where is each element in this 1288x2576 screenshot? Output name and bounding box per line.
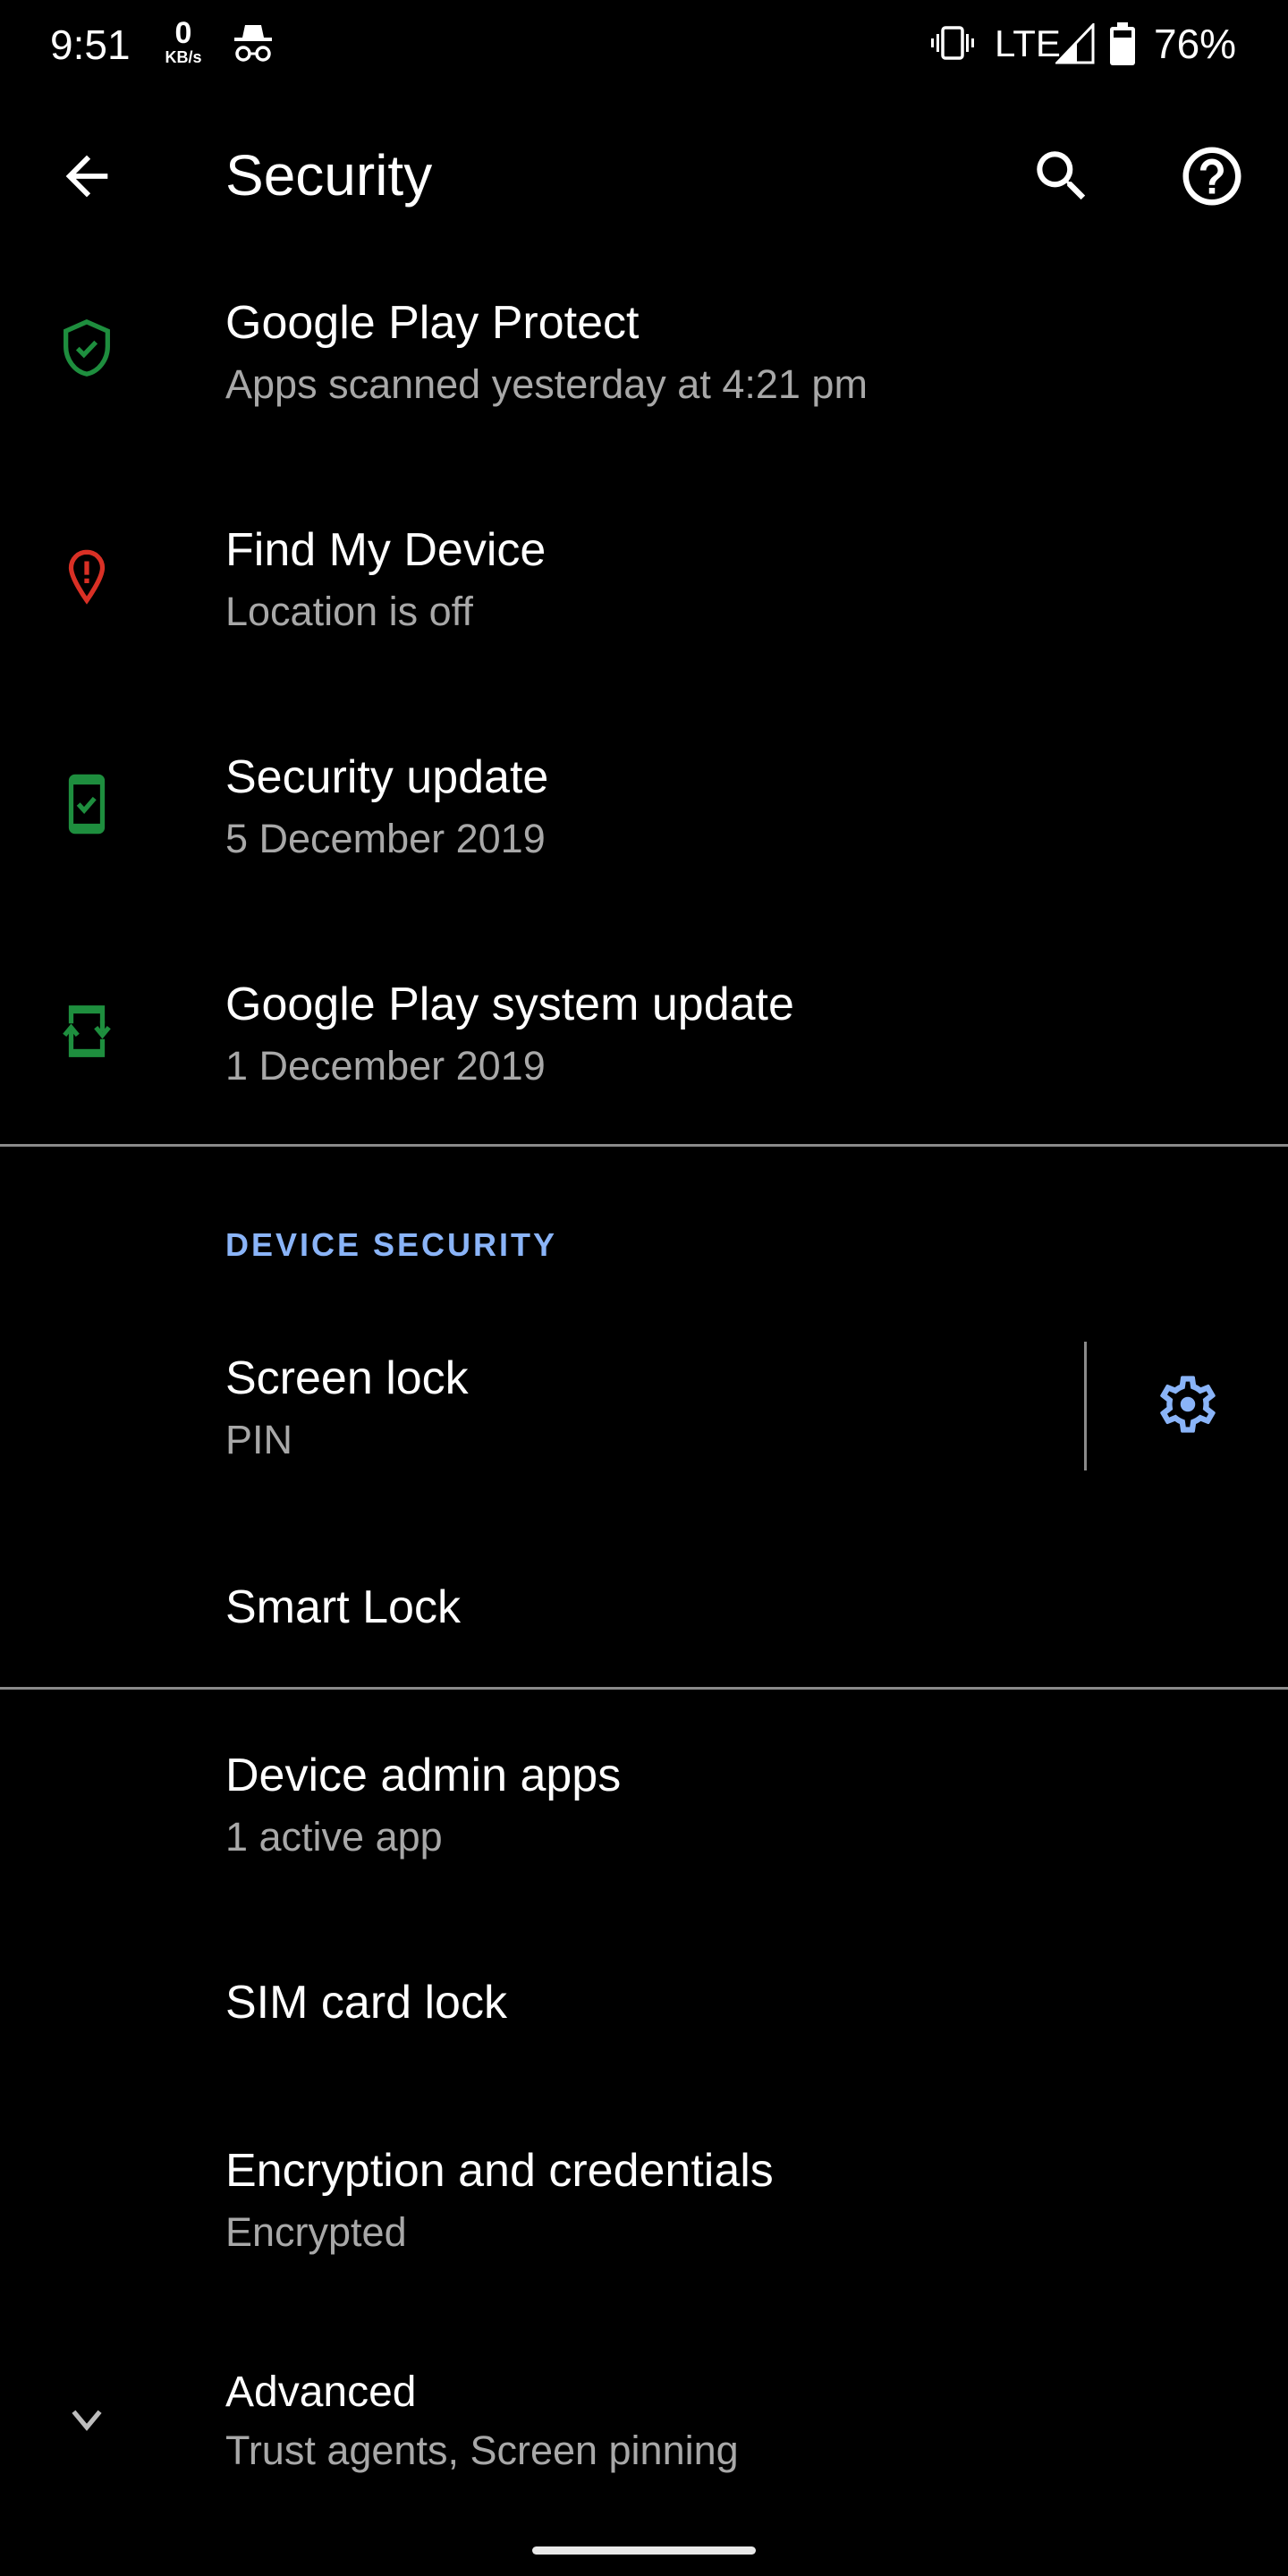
back-button[interactable] (55, 145, 118, 208)
section-header-device-security: DEVICE SECURITY (225, 1226, 558, 1263)
shield-check-icon (64, 318, 110, 377)
list-item-device-admin-apps[interactable]: Device admin apps 1 active app (0, 1726, 1288, 1905)
help-icon (1182, 147, 1241, 206)
location-alert-icon (68, 549, 106, 605)
vertical-divider (1084, 1342, 1087, 1470)
item-subtitle: 5 December 2019 (225, 816, 546, 861)
list-item-smart-lock[interactable]: Smart Lock (0, 1540, 1288, 1665)
item-title: Encryption and credentials (225, 2145, 774, 2197)
list-item-advanced[interactable]: Advanced Trust agents, Screen pinning (0, 2343, 1288, 2513)
list-item-sim-card-lock[interactable]: SIM card lock (0, 1941, 1288, 2066)
item-title: Device admin apps (225, 1750, 622, 1801)
help-button[interactable] (1177, 141, 1247, 211)
network-speed: 0 KB/s (159, 18, 208, 66)
status-time: 9:51 (50, 21, 131, 68)
item-title: Screen lock (225, 1352, 469, 1404)
network-speed-value: 0 (174, 16, 192, 50)
page-title: Security (225, 143, 433, 208)
list-item-google-play-protect[interactable]: Google Play Protect Apps scanned yesterd… (0, 268, 1288, 447)
item-subtitle: Apps scanned yesterday at 4:21 pm (225, 361, 868, 407)
item-title: Smart Lock (225, 1581, 461, 1633)
network-speed-unit: KB/s (165, 48, 202, 66)
battery-icon (1110, 22, 1135, 65)
search-icon (1037, 151, 1086, 200)
item-title: Advanced (225, 2368, 417, 2416)
incognito-icon (234, 25, 272, 62)
item-subtitle: Encrypted (225, 2209, 407, 2255)
item-title: SIM card lock (225, 1977, 507, 2029)
phone-update-icon (63, 1005, 111, 1057)
gesture-nav-handle[interactable] (532, 2546, 756, 2555)
vibrate-icon (931, 26, 974, 60)
status-bar: 9:51 0 KB/s LTE 76% (0, 0, 1288, 89)
screen-lock-settings-button[interactable] (1154, 1370, 1222, 1438)
list-item-find-my-device[interactable]: Find My Device Location is off (0, 496, 1288, 674)
arrow-back-icon (65, 155, 108, 198)
list-item-security-update[interactable]: Security update 5 December 2019 (0, 723, 1288, 902)
item-subtitle: Location is off (225, 589, 473, 634)
chevron-down-icon (72, 2410, 102, 2431)
signal-icon (1055, 23, 1095, 64)
battery-percent: 76% (1154, 21, 1237, 67)
phone-check-icon (68, 774, 106, 835)
section-divider (0, 1144, 1288, 1147)
search-button[interactable] (1029, 143, 1095, 209)
gear-icon (1160, 1376, 1216, 1433)
item-title: Google Play Protect (225, 297, 640, 349)
item-title: Find My Device (225, 524, 547, 576)
section-divider (0, 1687, 1288, 1690)
item-subtitle: PIN (225, 1417, 293, 1462)
network-type: LTE (995, 22, 1061, 64)
item-subtitle: 1 December 2019 (225, 1043, 546, 1089)
item-subtitle: 1 active app (225, 1814, 443, 1860)
list-item-screen-lock[interactable]: Screen lock PIN (0, 1324, 1073, 1485)
item-subtitle: Trust agents, Screen pinning (225, 2428, 739, 2473)
list-item-google-play-system-update[interactable]: Google Play system update 1 December 201… (0, 950, 1288, 1129)
item-title: Security update (225, 751, 549, 803)
list-item-encryption-and-credentials[interactable]: Encryption and credentials Encrypted (0, 2122, 1288, 2301)
item-title: Google Play system update (225, 979, 794, 1030)
